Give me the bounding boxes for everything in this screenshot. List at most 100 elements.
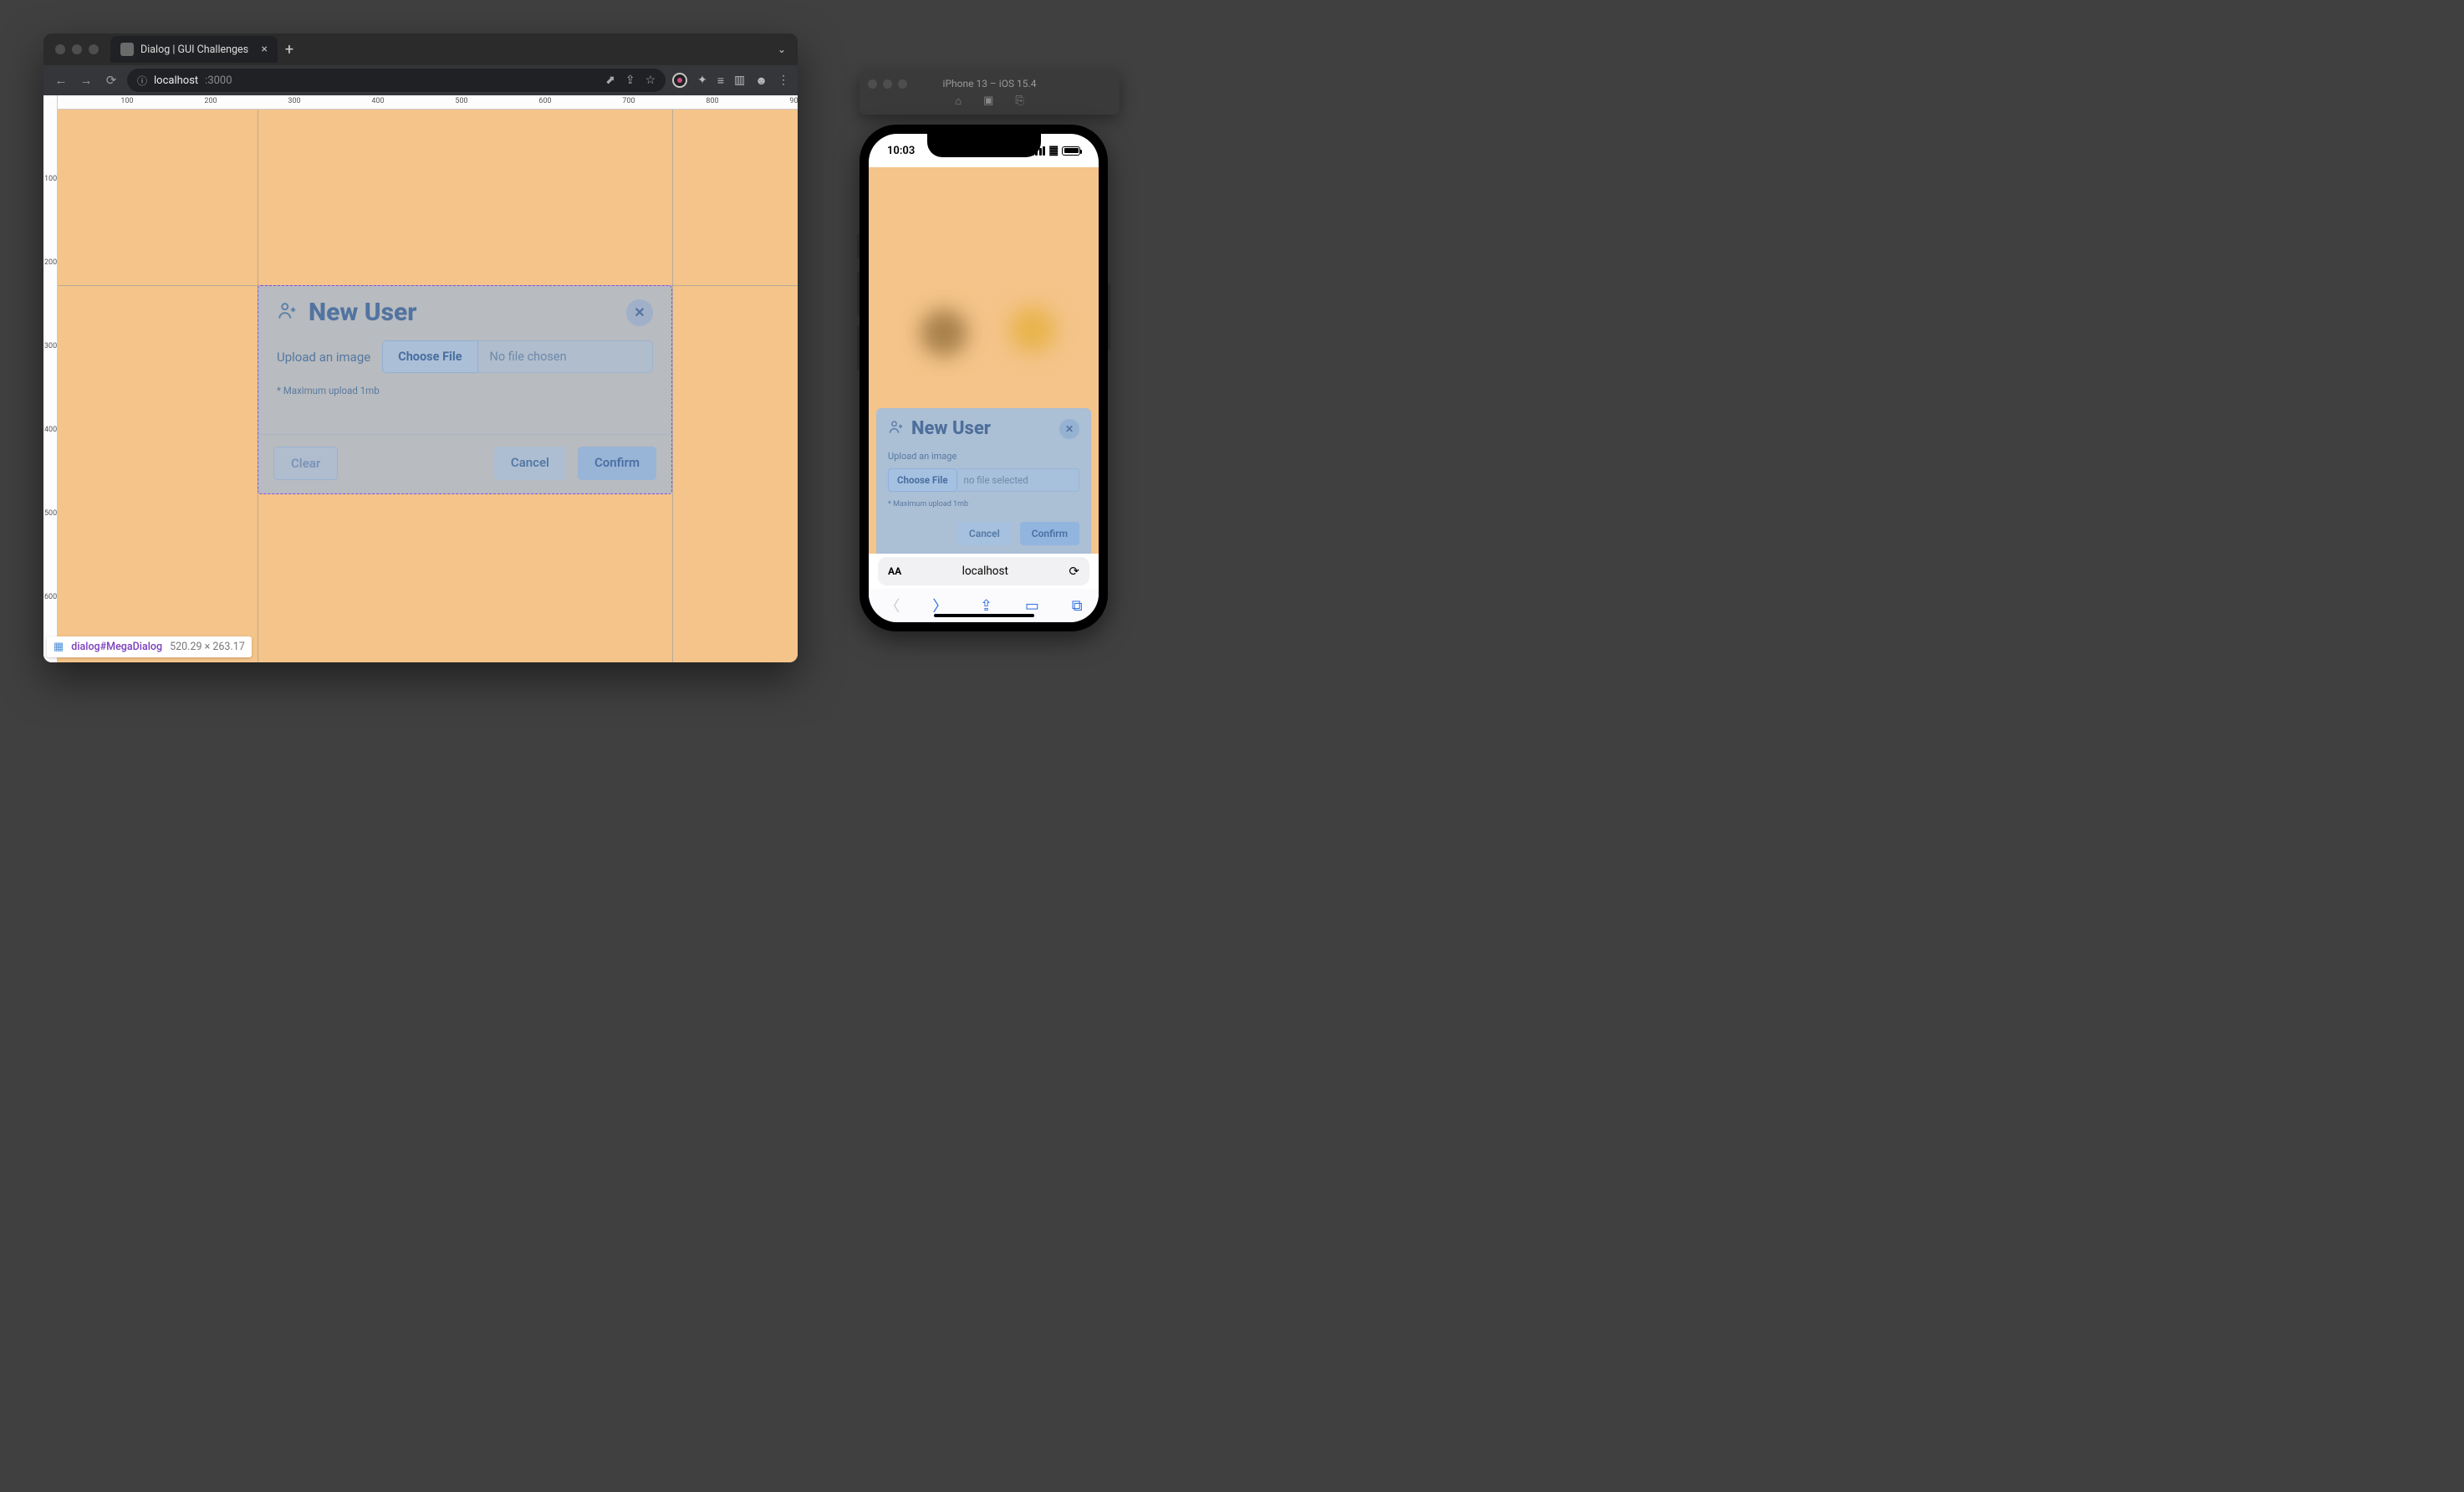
back-button[interactable]: ←: [52, 73, 70, 88]
simulator-titlebar: iPhone 13 – iOS 15.4 ⌂ ▣ ⎘: [860, 71, 1120, 115]
status-time: 10:03: [887, 145, 915, 157]
ruler-tick: 100: [44, 175, 57, 183]
tab-close-icon[interactable]: ×: [262, 43, 268, 56]
bookmark-star-icon[interactable]: ☆: [645, 74, 656, 87]
new-tab-button[interactable]: +: [278, 41, 301, 59]
dialog-title: New User: [911, 418, 991, 439]
close-window-icon[interactable]: [55, 44, 65, 54]
iphone-frame: 10:03 ䷀ New User: [860, 125, 1108, 631]
page-canvas: New User ✕ Upload an image Choose File N…: [58, 110, 798, 662]
traffic-lights: [43, 44, 110, 54]
wifi-icon: ䷀: [1048, 145, 1059, 157]
dialog-close-button[interactable]: ✕: [1059, 419, 1079, 439]
tabstrip: Dialog | GUI Challenges × + ⌄: [110, 36, 798, 63]
dialog-header: New User ✕: [258, 286, 671, 335]
titlebar: Dialog | GUI Challenges × + ⌄: [43, 33, 798, 65]
ios-mega-dialog: New User ✕ Upload an image Choose File n…: [876, 408, 1091, 554]
reading-list-icon[interactable]: ≡: [717, 74, 724, 88]
url-bar[interactable]: ⓘ localhost:3000 ⬈ ⇪ ☆: [127, 69, 666, 92]
overflow-menu-icon[interactable]: ⋮: [778, 74, 789, 87]
maximize-window-icon[interactable]: [898, 79, 907, 89]
minimize-window-icon[interactable]: [72, 44, 82, 54]
dialog-title: New User: [309, 298, 416, 327]
dialog-body: Upload an image Choose File No file chos…: [258, 335, 671, 401]
minimize-window-icon[interactable]: [883, 79, 892, 89]
home-icon[interactable]: ⌂: [955, 95, 962, 108]
file-picker: Choose File No file chosen: [382, 340, 653, 373]
battery-icon: [1062, 146, 1080, 156]
tabs-dropdown-icon[interactable]: ⌄: [778, 43, 786, 55]
rotate-icon[interactable]: ⎘: [1015, 95, 1023, 108]
ruler-horizontal: 100 200 300 400 500 600 700 800 900: [43, 95, 798, 110]
share-icon[interactable]: ⇪: [625, 74, 635, 87]
dialog-highlight: New User ✕ Upload an image Choose File N…: [258, 285, 672, 494]
confirm-button[interactable]: Confirm: [578, 447, 656, 480]
confirm-button[interactable]: Confirm: [1020, 522, 1079, 545]
dialog-footer: Cancel Confirm: [888, 522, 1079, 545]
clear-button[interactable]: Clear: [273, 447, 338, 480]
volume-down-icon: [857, 325, 860, 370]
simulator-title: iPhone 13 – iOS 15.4: [943, 78, 1037, 89]
browser-tab[interactable]: Dialog | GUI Challenges ×: [110, 36, 278, 63]
cancel-button[interactable]: Cancel: [494, 447, 566, 480]
background-blob: [1009, 306, 1056, 353]
dialog-footer: Clear Cancel Confirm: [258, 434, 671, 493]
profile-icon[interactable]: ☻: [755, 74, 768, 88]
upload-row: Upload an image Choose File No file chos…: [277, 340, 653, 373]
ruler-tick: 200: [44, 258, 57, 267]
safari-address-bar[interactable]: AA localhost ⟳: [878, 557, 1089, 585]
choose-file-button[interactable]: Choose File: [888, 468, 957, 492]
home-indicator[interactable]: [934, 614, 1034, 617]
back-icon[interactable]: 〈: [885, 595, 900, 616]
ruler-tick: 500: [44, 509, 57, 518]
file-picker: Choose File no file selected: [888, 468, 1079, 492]
upload-hint: * Maximum upload 1mb: [888, 500, 1079, 508]
ruler-tick: 300: [44, 342, 57, 350]
extension-icon[interactable]: [672, 73, 687, 88]
ruler-tick: 600: [44, 593, 57, 601]
toolbar-extensions: ✦ ≡ ▥ ☻ ⋮: [672, 73, 789, 88]
maximize-window-icon[interactable]: [89, 44, 99, 54]
ios-simulator: iPhone 13 – iOS 15.4 ⌂ ▣ ⎘ 10:03 ䷀: [860, 71, 1120, 631]
text-size-icon[interactable]: AA: [888, 565, 901, 577]
viewport: 100 200 300 400 500 600 700 800 900 100 …: [43, 95, 798, 662]
choose-file-button[interactable]: Choose File: [382, 340, 477, 373]
reload-button[interactable]: ⟳: [102, 73, 120, 88]
close-icon: ✕: [634, 304, 645, 320]
forward-button[interactable]: →: [77, 73, 95, 88]
dialog-close-button[interactable]: ✕: [626, 299, 653, 326]
close-icon: ✕: [1065, 423, 1074, 435]
screenshot-icon[interactable]: ▣: [983, 95, 993, 108]
cancel-button[interactable]: Cancel: [957, 522, 1012, 545]
simulator-toolbar: ⌂ ▣ ⎘: [955, 95, 1024, 108]
upload-hint: * Maximum upload 1mb: [277, 385, 653, 396]
close-window-icon[interactable]: [868, 79, 877, 89]
ruler-vertical: 100 200 300 400 500 600: [43, 95, 58, 662]
upload-label: Upload an image: [888, 451, 1079, 462]
url-host: localhost: [154, 74, 198, 87]
ruler-tick: 400: [44, 426, 57, 434]
ruler-tick: 200: [204, 97, 217, 105]
ruler-tick: 900: [789, 97, 798, 105]
open-external-icon[interactable]: ⬈: [605, 74, 615, 87]
safari-toolbar: 〈 〉 ⇪ ▭ ⧉: [869, 589, 1099, 622]
add-user-icon: [888, 419, 905, 439]
reload-icon[interactable]: ⟳: [1069, 564, 1079, 579]
extensions-puzzle-icon[interactable]: ✦: [697, 74, 707, 87]
share-icon[interactable]: ⇪: [980, 597, 992, 615]
ruler-tick: 800: [706, 97, 718, 105]
mega-dialog: New User ✕ Upload an image Choose File N…: [258, 286, 671, 493]
ruler-tick: 400: [371, 97, 384, 105]
add-user-icon: [277, 300, 298, 325]
browser-toolbar: ← → ⟳ ⓘ localhost:3000 ⬈ ⇪ ☆ ✦ ≡ ▥ ☻ ⋮: [43, 65, 798, 95]
devices-icon[interactable]: ▥: [734, 74, 745, 87]
layout-guide: [672, 110, 673, 662]
bookmarks-icon[interactable]: ▭: [1025, 597, 1039, 615]
site-info-icon[interactable]: ⓘ: [137, 74, 147, 88]
upload-label: Upload an image: [277, 350, 370, 365]
ruler-tick: 700: [622, 97, 635, 105]
grid-badge-icon: ▦: [54, 641, 64, 653]
tabs-icon[interactable]: ⧉: [1072, 597, 1083, 615]
element-dimensions: 520.29 × 263.17: [170, 641, 245, 653]
background-blob: [921, 309, 967, 356]
